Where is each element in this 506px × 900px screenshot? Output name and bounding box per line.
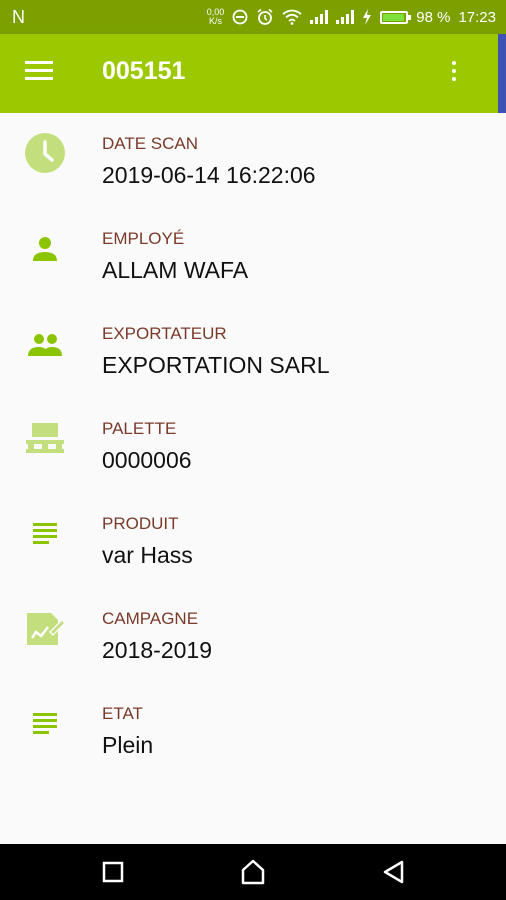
detail-value: ALLAM WAFA <box>102 257 249 283</box>
clock-icon <box>25 133 65 173</box>
navigation-bar <box>0 844 506 900</box>
edit-document-icon <box>27 613 66 645</box>
detail-label: EMPLOYÉ <box>102 229 185 248</box>
signal-icon <box>336 10 355 24</box>
more-vert-icon[interactable] <box>444 58 464 88</box>
clock-time: 17:23 <box>458 8 496 26</box>
detail-list: DATE SCAN 2019-06-14 16:22:06 EMPLOYÉ AL… <box>0 113 506 844</box>
people-icon <box>28 334 62 356</box>
detail-label: EXPORTATEUR <box>102 324 227 343</box>
alarm-icon <box>257 8 273 25</box>
battery-percent: 98 % <box>416 8 451 26</box>
detail-value: var Hass <box>102 542 193 568</box>
home-icon[interactable] <box>239 858 267 886</box>
battery-icon <box>380 10 412 24</box>
wifi-icon <box>282 9 302 25</box>
status-bar: N 0,00 K/s 98 % 17:23 <box>0 0 506 34</box>
detail-value: 2018-2019 <box>102 637 212 663</box>
detail-row-palette: PALETTE 0000006 <box>0 398 506 493</box>
app-bar-edge <box>498 34 506 113</box>
detail-label: PALETTE <box>102 419 177 438</box>
detail-value: 2019-06-14 16:22:06 <box>102 162 316 188</box>
back-triangle-icon[interactable] <box>380 858 408 886</box>
detail-label: PRODUIT <box>102 514 179 533</box>
recents-square-icon[interactable] <box>99 858 127 886</box>
signal-icon <box>310 10 329 24</box>
detail-row-exportateur: EXPORTATEUR EXPORTATION SARL <box>0 303 506 398</box>
detail-row-date-scan: DATE SCAN 2019-06-14 16:22:06 <box>0 113 506 208</box>
detail-value: Plein <box>102 732 154 758</box>
detail-label: CAMPAGNE <box>102 609 199 628</box>
pallet-icon <box>26 423 64 453</box>
list-icon <box>33 713 57 734</box>
detail-value: EXPORTATION SARL <box>102 352 330 378</box>
status-icons: 0,00 K/s 98 % 17:23 <box>207 0 496 34</box>
menu-icon[interactable] <box>25 61 53 85</box>
detail-row-produit: PRODUIT var Hass <box>0 493 506 588</box>
app-bar: 005151 <box>0 34 498 113</box>
detail-row-employe: EMPLOYÉ ALLAM WAFA <box>0 208 506 303</box>
detail-row-campagne: CAMPAGNE 2018-2019 <box>0 588 506 683</box>
page-title: 005151 <box>102 57 186 85</box>
person-icon <box>33 237 57 261</box>
detail-label: DATE SCAN <box>102 134 199 153</box>
net-speed-unit: K/s <box>208 16 222 26</box>
net-speed: 0,00 K/s <box>207 8 225 26</box>
detail-row-etat: ETAT Plein <box>0 683 506 778</box>
detail-label: ETAT <box>102 704 143 723</box>
charging-icon <box>363 9 372 25</box>
do-not-disturb-icon <box>232 9 248 25</box>
carrier-label: N <box>12 7 25 27</box>
detail-value: 0000006 <box>102 447 192 473</box>
list-icon <box>33 523 57 544</box>
